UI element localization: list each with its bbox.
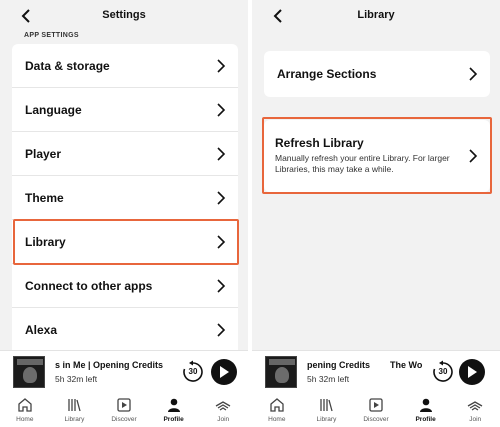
- join-icon: [467, 401, 483, 411]
- play-button[interactable]: [211, 359, 237, 385]
- discover-icon: [117, 398, 131, 412]
- page-title: Library: [357, 9, 395, 21]
- tab-label: Library: [316, 416, 337, 423]
- tab-library[interactable]: Library: [50, 392, 100, 427]
- profile-icon: [419, 398, 432, 412]
- settings-row-library[interactable]: Library: [12, 220, 238, 264]
- tab-label: Join: [469, 416, 482, 423]
- now-playing-title: s in Me | Opening Credits: [55, 360, 164, 370]
- tab-bar: Home Library Discover Profile Join: [252, 392, 500, 427]
- settings-row-theme[interactable]: Theme: [12, 176, 238, 220]
- book-cover: [265, 356, 297, 388]
- tab-label: Profile: [415, 416, 436, 423]
- chevron-right-icon: [217, 323, 226, 337]
- play-icon: [220, 366, 229, 378]
- tab-profile[interactable]: Profile: [149, 392, 199, 427]
- mini-player[interactable]: s in Me | Opening Credits 5h 32m left 30: [0, 350, 248, 392]
- row-label: Data & storage: [25, 58, 110, 73]
- play-button[interactable]: [459, 359, 485, 385]
- chevron-right-icon: [469, 149, 478, 163]
- book-cover: [13, 356, 45, 388]
- settings-screen: Settings APP SETTINGS Data & storage Lan…: [0, 0, 248, 427]
- time-remaining: 5h 32m left: [307, 374, 350, 384]
- tab-bar: Home Library Discover Profile Join: [0, 392, 248, 427]
- home-icon: [270, 398, 284, 412]
- skip-seconds: 30: [188, 367, 198, 376]
- settings-list: Data & storage Language Player Theme Lib…: [12, 44, 238, 372]
- settings-row-player[interactable]: Player: [12, 132, 238, 176]
- arrange-sections-row[interactable]: Arrange Sections: [264, 52, 490, 96]
- tab-discover[interactable]: Discover: [99, 392, 149, 427]
- library-settings-screen: Library Arrange Sections Refresh Library…: [252, 0, 500, 427]
- refresh-library-description: Manually refresh your entire Library. Fo…: [275, 153, 450, 174]
- tab-home[interactable]: Home: [252, 392, 302, 427]
- row-label: Connect to other apps: [25, 278, 153, 293]
- tab-discover[interactable]: Discover: [351, 392, 401, 427]
- section-label: APP SETTINGS: [24, 32, 79, 39]
- header: Library: [252, 0, 500, 32]
- chevron-right-icon: [217, 278, 226, 293]
- tab-label: Home: [16, 416, 34, 423]
- row-label: Player: [25, 146, 62, 161]
- chevron-right-icon: [217, 146, 226, 161]
- refresh-library-label: Refresh Library: [275, 136, 364, 150]
- page-title: Settings: [102, 9, 146, 21]
- skip-seconds: 30: [438, 367, 448, 376]
- skip-back-button[interactable]: 30: [431, 360, 455, 384]
- tab-label: Profile: [163, 416, 184, 423]
- skip-back-button[interactable]: 30: [181, 360, 205, 384]
- tab-label: Home: [268, 416, 286, 423]
- tab-home[interactable]: Home: [0, 392, 50, 427]
- chevron-right-icon: [217, 102, 226, 117]
- settings-row-language[interactable]: Language: [12, 88, 238, 132]
- refresh-library-card[interactable]: Refresh Library Manually refresh your en…: [264, 120, 490, 192]
- tab-label: Join: [217, 416, 230, 423]
- time-remaining: 5h 32m left: [55, 374, 98, 384]
- row-label: Alexa: [25, 323, 58, 337]
- settings-row-data-storage[interactable]: Data & storage: [12, 44, 238, 88]
- chevron-right-icon: [217, 190, 226, 205]
- discover-icon: [369, 398, 383, 412]
- join-icon: [215, 401, 231, 411]
- tab-join[interactable]: Join: [198, 392, 248, 427]
- home-icon: [18, 398, 32, 412]
- header: Settings: [0, 0, 248, 32]
- settings-row-connect-apps[interactable]: Connect to other apps: [12, 264, 238, 308]
- settings-row-alexa[interactable]: Alexa: [12, 308, 238, 352]
- play-icon: [468, 366, 477, 378]
- tab-label: Discover: [363, 416, 389, 423]
- row-label: Theme: [25, 190, 64, 205]
- tab-label: Discover: [111, 416, 137, 423]
- mini-player[interactable]: pening Credits The Wo 5h 32m left 30: [252, 350, 500, 392]
- arrange-sections-card[interactable]: Arrange Sections: [264, 51, 490, 97]
- tab-join[interactable]: Join: [450, 392, 500, 427]
- chevron-right-icon: [469, 67, 478, 81]
- row-label: Language: [25, 102, 82, 117]
- tab-label: Library: [64, 416, 85, 423]
- now-playing-title: pening Credits The Wo: [307, 360, 423, 370]
- chevron-right-icon: [217, 58, 226, 73]
- library-icon: [320, 399, 334, 412]
- row-label: Library: [25, 234, 66, 249]
- row-label: Arrange Sections: [277, 67, 377, 81]
- profile-icon: [167, 398, 180, 412]
- chevron-right-icon: [217, 234, 226, 249]
- tab-profile[interactable]: Profile: [401, 392, 451, 427]
- tab-library[interactable]: Library: [302, 392, 352, 427]
- library-icon: [68, 399, 82, 412]
